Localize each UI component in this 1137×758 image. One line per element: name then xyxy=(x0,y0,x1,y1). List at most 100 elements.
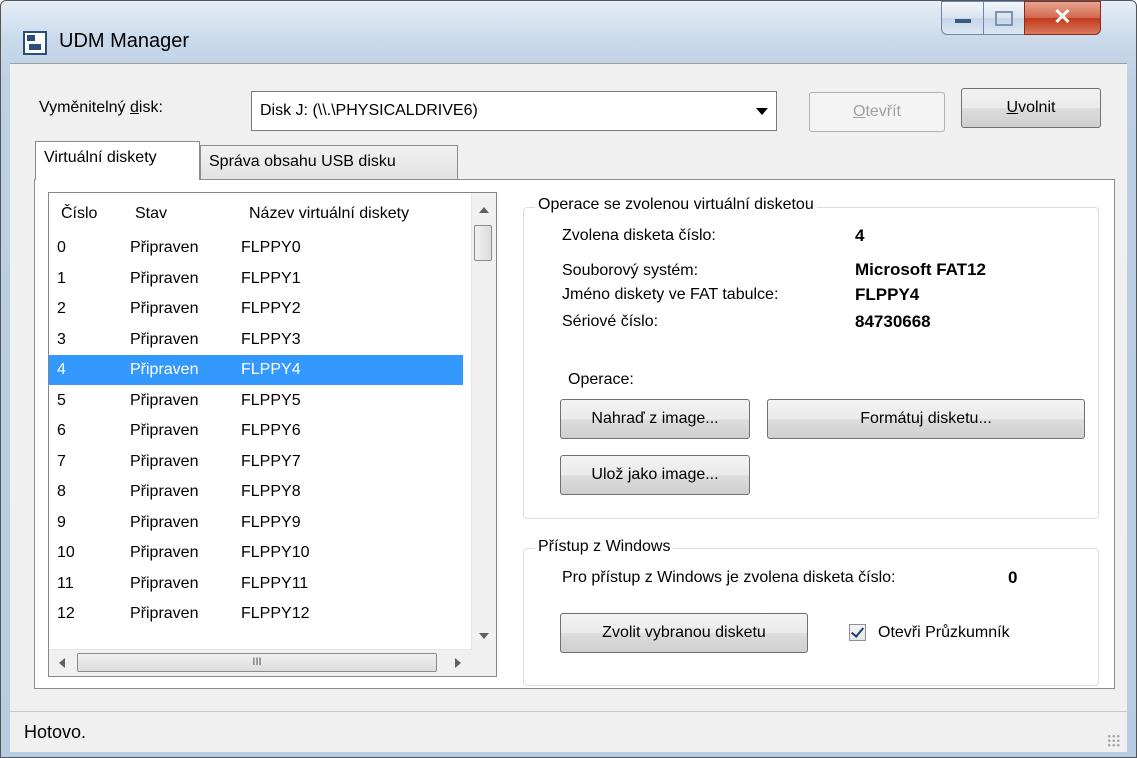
serial-label: Sériové číslo: xyxy=(562,313,659,330)
scroll-right-icon[interactable] xyxy=(455,658,461,668)
drive-select-value: Disk J: (\\.\PHYSICALDRIVE6) xyxy=(260,102,478,119)
horizontal-scrollbar[interactable]: III xyxy=(49,649,473,676)
row-state: Připraven xyxy=(130,330,199,348)
row-name: FLPPY2 xyxy=(241,300,301,317)
vertical-scrollbar[interactable] xyxy=(471,193,496,651)
drive-select[interactable]: Disk J: (\\.\PHYSICALDRIVE6) xyxy=(251,91,777,131)
table-row[interactable]: 12 Připraven FLPPY12 xyxy=(49,599,463,629)
row-name: FLPPY1 xyxy=(241,269,301,287)
table-row[interactable]: 1 Připraven FLPPY1 xyxy=(49,264,463,294)
row-state: Připraven xyxy=(130,422,199,439)
resize-grip-icon[interactable] xyxy=(1107,734,1121,748)
scroll-down-icon[interactable] xyxy=(479,633,489,639)
row-state: Připraven xyxy=(130,361,199,378)
close-icon: ✕ xyxy=(1053,4,1072,29)
table-row[interactable]: 3 Připraven FLPPY3 xyxy=(49,325,463,355)
row-number: 6 xyxy=(57,422,66,439)
open-explorer-label[interactable]: Otevři Průzkumník xyxy=(878,624,1010,642)
row-name: FLPPY10 xyxy=(241,544,310,561)
fat-name-label: Jméno diskety ve FAT tabulce: xyxy=(562,286,779,303)
scroll-thumb[interactable] xyxy=(474,225,492,261)
scroll-up-icon[interactable] xyxy=(479,207,489,213)
selected-floppy-label: Zvolena disketa číslo: xyxy=(562,227,716,244)
row-name: FLPPY12 xyxy=(241,605,310,622)
row-state: Připraven xyxy=(130,239,199,256)
window-title: UDM Manager xyxy=(59,30,190,52)
row-name: FLPPY7 xyxy=(241,452,301,470)
open-button[interactable]: Otevřít xyxy=(809,92,945,132)
open-explorer-checkbox[interactable] xyxy=(849,624,866,641)
maximize-button[interactable] xyxy=(983,1,1025,35)
table-row[interactable]: 2 Připraven FLPPY2 xyxy=(49,294,463,324)
tab-virtual-floppies[interactable]: Virtuální diskety xyxy=(35,141,200,180)
column-header-number[interactable]: Číslo xyxy=(61,205,97,223)
table-row[interactable]: 9 Připraven FLPPY9 xyxy=(49,508,463,538)
row-number: 10 xyxy=(57,544,75,561)
maximize-icon xyxy=(995,11,1013,26)
row-number: 11 xyxy=(57,574,74,592)
scroll-left-icon[interactable] xyxy=(59,658,65,668)
table-row[interactable]: 10 Připraven FLPPY10 xyxy=(49,538,463,568)
table-row[interactable]: 5 Připraven FLPPY5 xyxy=(49,386,463,416)
minimize-icon xyxy=(954,19,971,23)
format-floppy-button[interactable]: Formátuj disketu... xyxy=(767,399,1085,439)
row-state: Připraven xyxy=(130,483,199,500)
row-number: 8 xyxy=(57,483,66,500)
row-name: FLPPY0 xyxy=(241,239,301,256)
minimize-button[interactable] xyxy=(941,1,984,35)
table-row[interactable]: 8 Připraven FLPPY8 xyxy=(49,477,463,507)
row-number: 7 xyxy=(57,452,66,470)
hscroll-thumb[interactable]: III xyxy=(77,653,437,672)
operations-label: Operace: xyxy=(568,371,634,388)
row-state: Připraven xyxy=(130,452,199,470)
release-button[interactable]: Uvolnit xyxy=(961,88,1101,128)
windows-access-label: Pro přístup z Windows je zvolena disketa… xyxy=(562,569,896,586)
row-name: FLPPY4 xyxy=(241,361,301,378)
column-header-name[interactable]: Název virtuální diskety xyxy=(249,205,409,223)
close-button[interactable]: ✕ xyxy=(1024,1,1101,35)
main-window: UDM Manager ✕ Vyměnitelný disk: Disk J: … xyxy=(0,0,1137,758)
row-name: FLPPY3 xyxy=(241,330,301,348)
column-header-state[interactable]: Stav xyxy=(135,205,167,223)
operations-group-title: Operace se zvolenou virtuální disketou xyxy=(535,196,817,214)
row-name: FLPPY5 xyxy=(241,391,301,409)
row-number: 12 xyxy=(57,605,75,622)
replace-from-image-button[interactable]: Nahraď z image... xyxy=(560,399,750,439)
table-row[interactable]: 11 Připraven FLPPY11 xyxy=(49,569,463,599)
row-state: Připraven xyxy=(130,574,199,592)
row-name: FLPPY8 xyxy=(241,483,301,500)
fat-name-value: FLPPY4 xyxy=(855,285,920,304)
status-bar: Hotovo. xyxy=(10,711,1127,752)
row-number: 4 xyxy=(57,361,66,378)
table-row[interactable]: 0 Připraven FLPPY0 xyxy=(49,233,463,263)
row-number: 0 xyxy=(57,239,66,256)
table-row[interactable]: 4 Připraven FLPPY4 xyxy=(49,355,463,385)
row-state: Připraven xyxy=(130,391,199,409)
row-number: 9 xyxy=(57,513,66,531)
floppy-disk-icon xyxy=(23,31,47,55)
tab-usb-content[interactable]: Správa obsahu USB disku xyxy=(200,145,458,179)
table-row[interactable]: 7 Připraven FLPPY7 xyxy=(49,447,463,477)
status-text: Hotovo. xyxy=(24,722,87,742)
floppy-list[interactable]: Číslo Stav Název virtuální diskety 0 Přip… xyxy=(48,192,497,677)
drive-label: Vyměnitelný disk: xyxy=(39,99,163,116)
table-row[interactable]: 6 Připraven FLPPY6 xyxy=(49,416,463,446)
row-number: 5 xyxy=(57,391,66,409)
windows-access-value: 0 xyxy=(1008,568,1018,587)
row-state: Připraven xyxy=(130,269,199,287)
filesystem-label: Souborový systém: xyxy=(562,262,699,279)
row-number: 3 xyxy=(57,330,66,348)
select-floppy-button[interactable]: Zvolit vybranou disketu xyxy=(560,613,808,653)
row-state: Připraven xyxy=(130,544,199,561)
windows-access-group-title: Přístup z Windows xyxy=(535,538,674,556)
scrollbar-corner xyxy=(472,650,496,676)
row-name: FLPPY11 xyxy=(241,574,309,592)
filesystem-value: Microsoft FAT12 xyxy=(855,260,986,279)
row-name: FLPPY9 xyxy=(241,513,301,531)
row-state: Připraven xyxy=(130,605,199,622)
serial-value: 84730668 xyxy=(855,312,931,331)
row-number: 2 xyxy=(57,300,66,317)
row-state: Připraven xyxy=(130,513,199,531)
chevron-down-icon xyxy=(756,108,768,115)
save-as-image-button[interactable]: Ulož jako image... xyxy=(560,455,750,495)
